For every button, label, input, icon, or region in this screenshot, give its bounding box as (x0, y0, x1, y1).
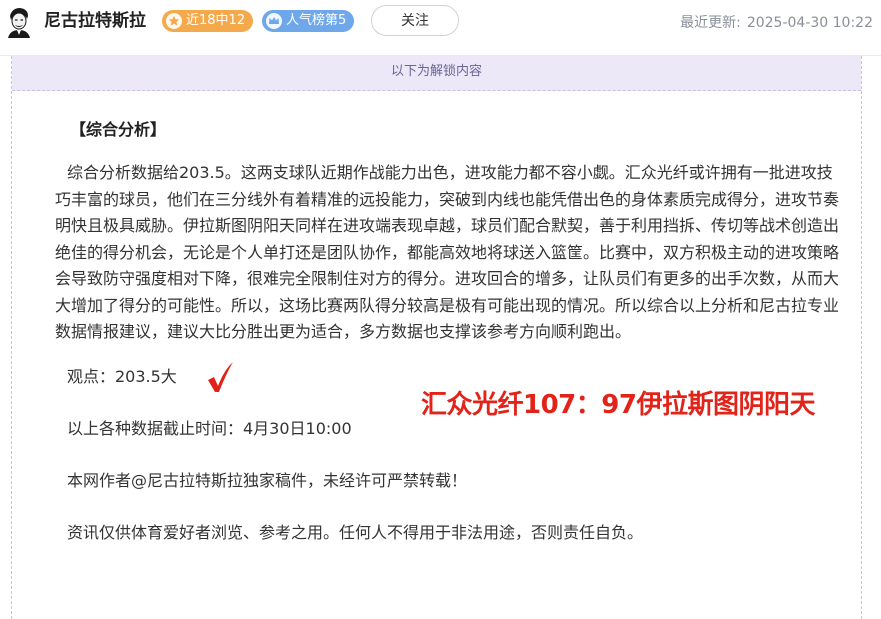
rank-badge-label: 人气榜第5 (286, 13, 347, 28)
streak-badge: 近18中12 (162, 10, 254, 32)
last-updated: 最近更新: 2025-04-30 10:22 (680, 12, 873, 32)
rank-badge: 人气榜第5 (262, 10, 355, 32)
star-icon (166, 13, 182, 29)
last-updated-time: 2025-04-30 10:22 (746, 15, 873, 31)
author-name[interactable]: 尼古拉特斯拉 (44, 10, 146, 32)
author-avatar[interactable] (6, 6, 32, 38)
disclaimer: 资讯仅供体育爱好者浏览、参考之用。任何人不得用于非法用途，否则责任自负。 (67, 522, 644, 542)
view-point: 观点：203.5大 (55, 361, 845, 392)
section-title: 【综合分析】 (70, 120, 167, 139)
last-updated-label: 最近更新: (680, 15, 741, 31)
score-prediction: 汇众光纤107：97伊拉斯图阴阳天 (421, 390, 815, 420)
view-point-text: 观点：203.5大 (67, 366, 177, 386)
analysis-paragraph: 综合分析数据给203.5。这两支球队近期作战能力出色，进攻能力都不容小觑。汇众光… (55, 163, 840, 341)
article-content: 【综合分析】 综合分析数据给203.5。这两支球队近期作战能力出色，进攻能力都不… (55, 56, 845, 546)
streak-badge-label: 近18中12 (186, 13, 246, 28)
crown-icon (266, 13, 282, 29)
red-check-icon (208, 361, 233, 392)
follow-button[interactable]: 关注 (371, 5, 459, 36)
author-header: 尼古拉特斯拉 近18中12 人气榜第5 关注 最近更新: 2025-04-30 1… (0, 0, 881, 44)
copyright-notice: 本网作者@尼古拉特斯拉独家稿件，未经许可严禁转载！ (67, 470, 468, 490)
